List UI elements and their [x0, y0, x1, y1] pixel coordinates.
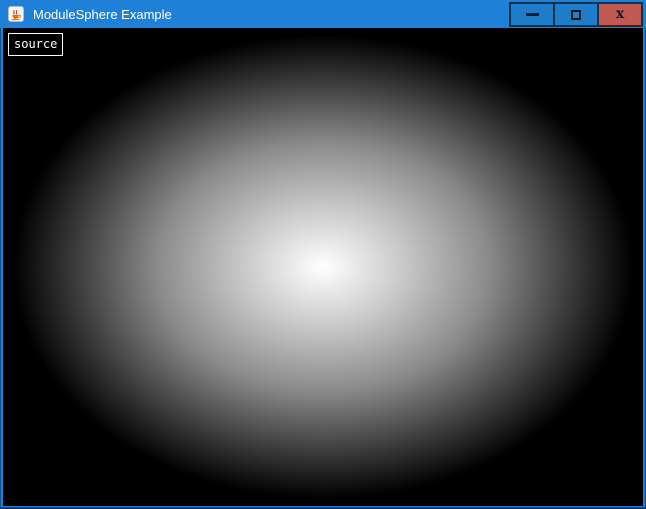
window-title: ModuleSphere Example [33, 7, 172, 22]
window-controls: x [509, 2, 643, 27]
minimize-button[interactable] [509, 2, 555, 27]
source-button[interactable]: source [8, 33, 63, 56]
java-coffee-cup-icon[interactable] [8, 6, 24, 22]
close-icon: x [616, 7, 624, 21]
close-button[interactable]: x [597, 2, 643, 27]
minimize-icon [526, 13, 539, 16]
titlebar[interactable]: ModuleSphere Example x [0, 0, 646, 28]
point-light-glow [3, 28, 643, 506]
app-window: ModuleSphere Example x source [0, 0, 646, 509]
maximize-icon [571, 10, 581, 20]
render-viewport[interactable]: source [3, 28, 643, 506]
maximize-button[interactable] [553, 2, 599, 27]
